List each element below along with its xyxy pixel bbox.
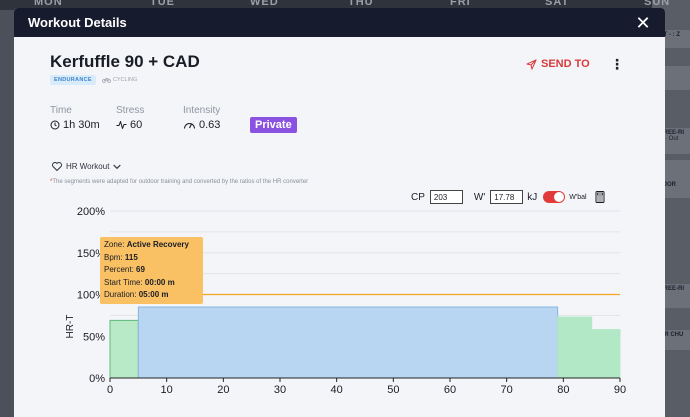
tooltip-zone-label: Zone:: [104, 240, 125, 249]
calendar-day-wed: WED: [250, 0, 279, 8]
tooltip-bpm: Bpm: 115: [104, 252, 199, 265]
close-icon[interactable]: ✕: [633, 14, 653, 32]
wbal-toggle[interactable]: [543, 191, 566, 203]
more-options-icon[interactable]: ⋮: [610, 56, 624, 73]
tooltip-zone-value: Active Recovery: [126, 240, 189, 249]
stat-intensity: Intensity 0.63: [183, 105, 253, 131]
intensity-label: Intensity: [183, 105, 221, 116]
toggle-knob: [554, 192, 565, 202]
time-label: Time: [50, 105, 72, 116]
calculator-icon[interactable]: [595, 191, 605, 203]
tooltip-percent: Percent: 69: [104, 264, 199, 277]
modal-content: Kerfuffle 90 + CAD ENDURANCE CYCLING SEN…: [14, 37, 665, 417]
hr-workout-label: HR Workout: [66, 162, 110, 171]
x-tick-label: 70: [501, 384, 513, 396]
workout-segment-bar: [591, 329, 621, 379]
intensity-value-row: 0.63: [183, 119, 253, 131]
x-tick-label: 40: [331, 384, 343, 396]
stress-label: Stress: [116, 105, 145, 116]
stress-value: 60: [130, 119, 143, 131]
note-text: The segments were adapted for outdoor tr…: [52, 179, 309, 185]
intensity-value: 0.63: [199, 119, 221, 131]
send-to-label: SEND TO: [541, 58, 590, 70]
modal-header: Workout Details ✕: [14, 8, 665, 37]
tooltip-start-value: 00:00 m: [144, 277, 175, 287]
stat-time: Time 1h 30m: [50, 105, 116, 131]
tooltip-percent-value: 69: [136, 265, 145, 274]
segment-tooltip: Zone: Active Recovery Bpm: 115 Percent: …: [100, 237, 203, 304]
tooltip-bpm-label: Bpm:: [104, 252, 123, 262]
stress-value-row: 60: [116, 119, 183, 131]
w-unit: kJ: [527, 191, 538, 203]
workout-details-modal: Workout Details ✕ Kerfuffle 90 + CAD END…: [14, 8, 665, 417]
calendar-day-thu: THU: [348, 0, 374, 8]
sport-label: CYCLING: [112, 77, 138, 83]
tooltip-bpm-value: 115: [124, 252, 138, 262]
tooltip-start-label: Start Time:: [104, 277, 143, 287]
tooltip-zone: Zone: Active Recovery: [104, 239, 199, 252]
workout-segment-bar: [137, 306, 559, 379]
workout-segment-bar: [109, 319, 139, 379]
calendar-day-tue: TUE: [150, 0, 175, 8]
x-tick-label: 20: [217, 384, 229, 396]
cp-label: CP: [411, 191, 425, 203]
w-label: W': [473, 191, 486, 203]
conversion-note: *The segments were adapted for outdoor t…: [50, 179, 308, 185]
tooltip-start: Start Time: 00:00 m: [104, 277, 199, 290]
hr-workout-dropdown[interactable]: HR Workout: [52, 162, 122, 171]
y-tick-label: 50%: [83, 331, 105, 343]
heart-icon: [52, 162, 62, 171]
w-input[interactable]: 17.78: [490, 190, 524, 204]
time-value-row: 1h 30m: [50, 119, 116, 131]
x-tick-label: 90: [614, 384, 626, 396]
calendar-day-sun: SUN: [644, 0, 671, 8]
x-tick-label: 0: [107, 384, 113, 396]
x-tick-label: 60: [444, 384, 456, 396]
calendar-day-fri: FRI: [450, 0, 471, 8]
x-tick-label: 10: [161, 384, 173, 396]
tooltip-duration-label: Duration:: [104, 290, 137, 299]
tooltip-duration: Duration: 05:00 m: [104, 289, 199, 302]
wbal-label: W'bal: [569, 193, 587, 201]
tooltip-duration-value: 05:00 m: [138, 290, 169, 299]
pulse-icon: [116, 121, 127, 129]
cp-input[interactable]: 203: [429, 190, 463, 204]
stat-stress: Stress 60: [116, 105, 183, 131]
y-tick-label: 0%: [89, 373, 105, 385]
workout-tags: ENDURANCE CYCLING: [50, 75, 137, 85]
x-tick-label: 50: [387, 384, 399, 396]
x-tick-label: 80: [557, 384, 569, 396]
y-tick-label: 200%: [77, 206, 105, 218]
power-controls: CP 203 W' 17.78 kJ W'bal: [411, 190, 605, 204]
workout-stats: Time 1h 30m Stress 60 Intensity 0.63: [50, 105, 253, 131]
tooltip-percent-label: Percent:: [104, 265, 134, 274]
calendar-day-mon: MON: [34, 0, 63, 8]
workout-segment-bar: [557, 316, 593, 379]
chevron-down-icon: [113, 164, 122, 169]
bike-icon: [101, 78, 111, 83]
endurance-tag: ENDURANCE: [50, 75, 96, 85]
send-icon: [526, 58, 537, 70]
sport-tag: CYCLING: [101, 77, 138, 83]
time-value: 1h 30m: [63, 119, 100, 131]
send-to-button[interactable]: SEND TO: [526, 58, 590, 70]
workout-name: Kerfuffle 90 + CAD: [50, 52, 200, 71]
modal-title: Workout Details: [28, 15, 127, 30]
y-axis-label: HR-T: [65, 315, 76, 339]
gauge-icon: [183, 123, 196, 129]
x-tick-label: 30: [274, 384, 286, 396]
clock-icon: [50, 120, 60, 130]
privacy-badge: Private: [250, 117, 297, 133]
calendar-day-sat: SAT: [545, 0, 570, 8]
